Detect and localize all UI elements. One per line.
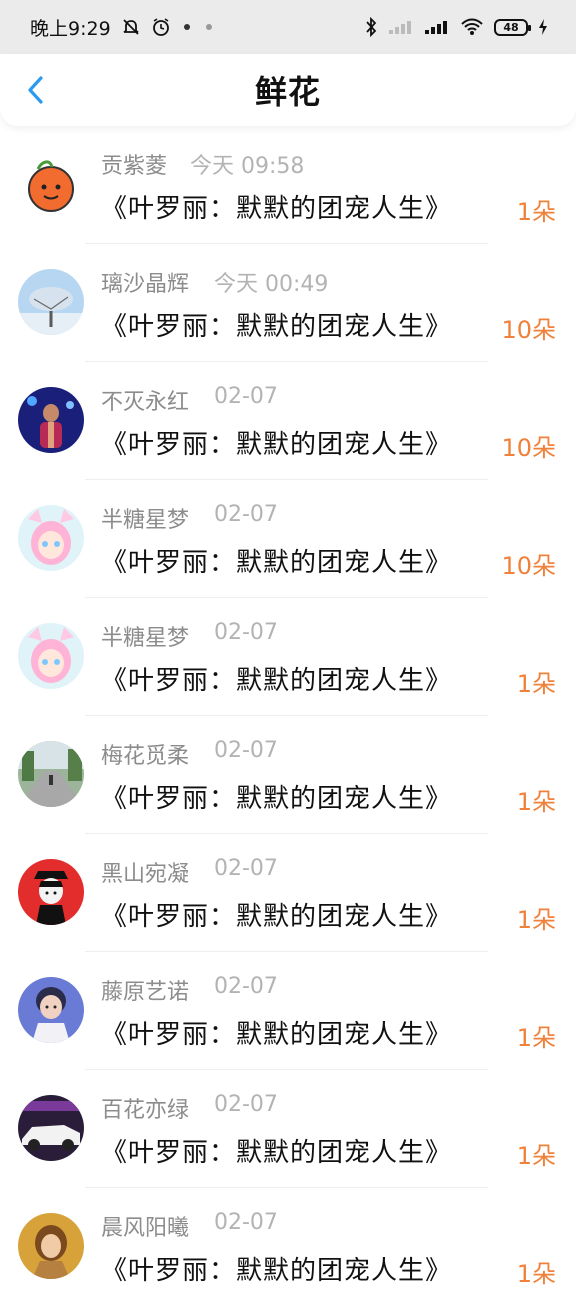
flower-count: 1朵 bbox=[516, 670, 556, 698]
flower-count: 1朵 bbox=[516, 1142, 556, 1170]
avatar[interactable] bbox=[18, 741, 84, 807]
status-bar: 晚上9:29 48 bbox=[0, 0, 576, 54]
signal-bars-icon bbox=[424, 19, 450, 35]
flower-count: 1朵 bbox=[516, 906, 556, 934]
flower-count: 1朵 bbox=[516, 788, 556, 816]
list-item[interactable]: 贡紫菱 今天 09:58 《叶罗丽：默默的团宠人生》 1朵 bbox=[0, 126, 576, 244]
battery-icon: 48 bbox=[494, 18, 531, 36]
avatar[interactable] bbox=[18, 859, 84, 925]
flower-count: 10朵 bbox=[501, 316, 556, 344]
list-item[interactable]: 璃沙晶辉 今天 00:49 《叶罗丽：默默的团宠人生》 10朵 bbox=[0, 244, 576, 362]
status-left: 晚上9:29 bbox=[30, 14, 215, 41]
user-name: 黑山宛凝 bbox=[101, 862, 190, 887]
timestamp: 02-07 bbox=[214, 502, 278, 527]
list-item[interactable]: 半糖星梦 02-07 《叶罗丽：默默的团宠人生》 1朵 bbox=[0, 598, 576, 716]
alarm-clock-icon bbox=[151, 17, 171, 37]
book-title: 《叶罗丽：默默的团宠人生》 bbox=[101, 312, 453, 342]
list-item[interactable]: 半糖星梦 02-07 《叶罗丽：默默的团宠人生》 10朵 bbox=[0, 480, 576, 598]
book-title: 《叶罗丽：默默的团宠人生》 bbox=[101, 666, 453, 696]
book-title: 《叶罗丽：默默的团宠人生》 bbox=[101, 902, 453, 932]
flower-count: 1朵 bbox=[516, 198, 556, 226]
user-name: 不灭永红 bbox=[101, 390, 190, 415]
list-item[interactable]: 不灭永红 02-07 《叶罗丽：默默的团宠人生》 10朵 bbox=[0, 362, 576, 480]
user-name: 梅花觅柔 bbox=[101, 744, 190, 769]
timestamp: 02-07 bbox=[214, 738, 278, 763]
status-right: 48 bbox=[364, 17, 548, 37]
timestamp: 02-07 bbox=[214, 620, 278, 645]
avatar[interactable] bbox=[18, 151, 84, 217]
signal-bars-icon bbox=[388, 19, 414, 35]
user-name: 半糖星梦 bbox=[101, 508, 190, 533]
bluetooth-icon bbox=[364, 17, 378, 37]
charging-bolt-icon bbox=[538, 18, 548, 36]
user-name: 半糖星梦 bbox=[101, 626, 190, 651]
app-notification-icon bbox=[203, 21, 215, 33]
book-title: 《叶罗丽：默默的团宠人生》 bbox=[101, 1256, 453, 1286]
list-item[interactable]: 黑山宛凝 02-07 《叶罗丽：默默的团宠人生》 1朵 bbox=[0, 834, 576, 952]
avatar[interactable] bbox=[18, 387, 84, 453]
wifi-icon bbox=[460, 18, 484, 36]
book-title: 《叶罗丽：默默的团宠人生》 bbox=[101, 784, 453, 814]
avatar[interactable] bbox=[18, 1213, 84, 1279]
back-button[interactable] bbox=[18, 72, 54, 108]
list-item[interactable]: 百花亦绿 02-07 《叶罗丽：默默的团宠人生》 1朵 bbox=[0, 1070, 576, 1188]
status-time: 晚上9:29 bbox=[30, 17, 111, 40]
list-item[interactable]: 晨风阳曦 02-07 《叶罗丽：默默的团宠人生》 1朵 bbox=[0, 1188, 576, 1306]
user-name: 晨风阳曦 bbox=[101, 1216, 190, 1241]
avatar[interactable] bbox=[18, 269, 84, 335]
timestamp: 02-07 bbox=[214, 856, 278, 881]
page-title: 鲜花 bbox=[254, 73, 321, 111]
book-title: 《叶罗丽：默默的团宠人生》 bbox=[101, 194, 453, 224]
timestamp: 今天 09:58 bbox=[190, 154, 305, 179]
page-header: 鲜花 bbox=[0, 54, 576, 126]
chevron-left-icon bbox=[28, 76, 43, 104]
user-name: 璃沙晶辉 bbox=[101, 272, 190, 297]
flower-count: 1朵 bbox=[516, 1024, 556, 1052]
list-item[interactable]: 藤原艺诺 02-07 《叶罗丽：默默的团宠人生》 1朵 bbox=[0, 952, 576, 1070]
app-notification-icon bbox=[181, 21, 193, 33]
user-name: 藤原艺诺 bbox=[101, 980, 190, 1005]
flower-count: 1朵 bbox=[516, 1260, 556, 1288]
avatar[interactable] bbox=[18, 1095, 84, 1161]
flower-count: 10朵 bbox=[501, 434, 556, 462]
avatar[interactable] bbox=[18, 623, 84, 689]
user-name: 贡紫菱 bbox=[101, 154, 168, 179]
avatar[interactable] bbox=[18, 977, 84, 1043]
book-title: 《叶罗丽：默默的团宠人生》 bbox=[101, 548, 453, 578]
timestamp: 02-07 bbox=[214, 384, 278, 409]
book-title: 《叶罗丽：默默的团宠人生》 bbox=[101, 1138, 453, 1168]
mute-bell-icon bbox=[121, 17, 141, 37]
timestamp: 今天 00:49 bbox=[214, 272, 329, 297]
book-title: 《叶罗丽：默默的团宠人生》 bbox=[101, 430, 453, 460]
user-name: 百花亦绿 bbox=[101, 1098, 190, 1123]
timestamp: 02-07 bbox=[214, 974, 278, 999]
timestamp: 02-07 bbox=[214, 1210, 278, 1235]
timestamp: 02-07 bbox=[214, 1092, 278, 1117]
flower-count: 10朵 bbox=[501, 552, 556, 580]
book-title: 《叶罗丽：默默的团宠人生》 bbox=[101, 1020, 453, 1050]
list-item[interactable]: 梅花觅柔 02-07 《叶罗丽：默默的团宠人生》 1朵 bbox=[0, 716, 576, 834]
flower-list: 贡紫菱 今天 09:58 《叶罗丽：默默的团宠人生》 1朵 璃沙晶辉 今天 00… bbox=[0, 126, 576, 1306]
avatar[interactable] bbox=[18, 505, 84, 571]
